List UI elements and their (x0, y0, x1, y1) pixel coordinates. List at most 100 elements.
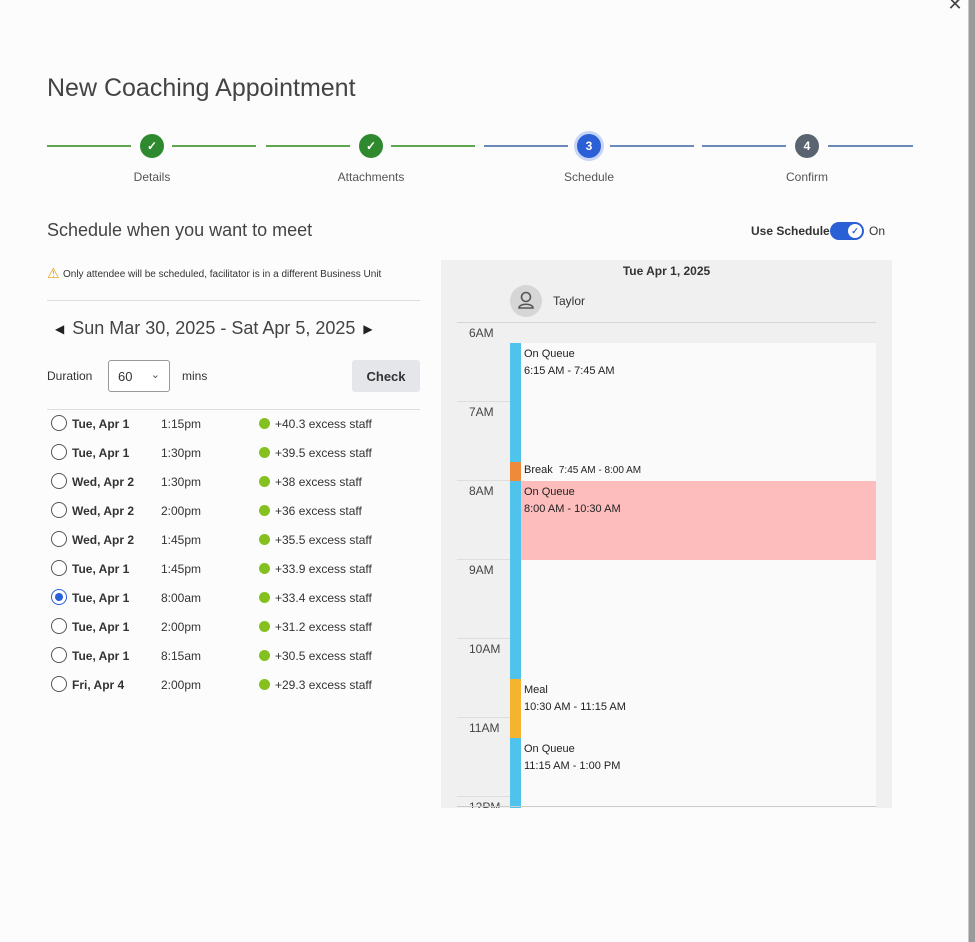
event-time: 6:15 AM - 7:45 AM (524, 365, 615, 377)
slot-date: Tue, Apr 1 (72, 591, 130, 605)
slot-row[interactable]: Wed, Apr 2 2:00pm +36 excess staff (47, 497, 420, 526)
step-details-check-icon[interactable]: ✓ (140, 134, 164, 158)
window-edge (969, 0, 975, 942)
slot-date: Wed, Apr 2 (72, 533, 135, 547)
step-confirm-marker[interactable]: 4 (795, 134, 819, 158)
slot-radio[interactable] (51, 444, 67, 460)
calendar-event[interactable]: On Queue 8:00 AM - 10:30 AM (510, 481, 876, 679)
slot-row[interactable]: Tue, Apr 1 8:15am +30.5 excess staff (47, 642, 420, 671)
step-confirm-label: Confirm (785, 170, 828, 184)
hour-label: 10AM (469, 642, 501, 656)
calendar-date: Tue Apr 1, 2025 (622, 264, 711, 278)
staff-status-dot (259, 447, 270, 458)
event-name: On Queue (524, 348, 575, 360)
event-text: On Queue 8:00 AM - 10:30 AM (524, 484, 621, 518)
event-time: 11:15 AM - 1:00 PM (524, 760, 621, 772)
slot-staff: +39.5 excess staff (275, 446, 372, 460)
slot-time: 1:45pm (161, 533, 202, 547)
event-color-bar (510, 481, 521, 679)
dialog-title: New Coaching Appointment (47, 74, 356, 102)
slot-radio[interactable] (51, 647, 67, 663)
slot-date: Wed, Apr 2 (72, 504, 135, 518)
previous-week-icon[interactable]: ◀ (55, 322, 64, 336)
calendar-event[interactable]: Meal 10:30 AM - 11:15 AM (510, 678, 876, 738)
use-schedule-toggle[interactable]: ✓ (830, 222, 864, 240)
slot-row[interactable]: Fri, Apr 4 2:00pm +29.3 excess staff (47, 671, 420, 700)
step-details-label: Details (133, 170, 171, 184)
warning-text: Only attendee will be scheduled, facilit… (63, 269, 382, 280)
staff-status-dot (259, 592, 270, 603)
slot-date: Tue, Apr 1 (72, 649, 130, 663)
step-line (702, 145, 786, 147)
slot-date: Tue, Apr 1 (72, 417, 130, 431)
use-schedule-label: Use Schedule (751, 224, 830, 238)
slot-row[interactable]: Tue, Apr 1 1:45pm +33.9 excess staff (47, 555, 420, 584)
slot-staff: +29.3 excess staff (275, 678, 372, 692)
slot-time: 2:00pm (161, 620, 202, 634)
slot-time: 8:15am (161, 649, 202, 663)
event-text: Break 7:45 AM - 8:00 AM (524, 462, 641, 479)
event-name: Meal (524, 683, 548, 696)
week-range: Sun Mar 30, 2025 - Sat Apr 5, 2025 (72, 318, 356, 338)
slot-staff: +33.4 excess staff (275, 591, 372, 605)
check-button[interactable]: Check (352, 360, 420, 392)
event-time: 10:30 AM - 11:15 AM (524, 700, 626, 713)
slot-row[interactable]: Tue, Apr 1 1:15pm +40.3 excess staff (47, 410, 420, 439)
slot-radio[interactable] (51, 531, 67, 547)
staff-status-dot (259, 679, 270, 690)
slot-radio[interactable] (51, 676, 67, 692)
slot-time: 1:45pm (161, 562, 202, 576)
slot-staff: +31.2 excess staff (275, 620, 372, 634)
next-week-icon[interactable]: ▶ (363, 322, 372, 336)
chevron-down-icon: ⌄ (150, 369, 160, 381)
step-line (828, 145, 913, 147)
slot-list: Tue, Apr 1 1:15pm +40.3 excess staff Tue, A… (47, 410, 420, 700)
slot-radio[interactable] (51, 589, 67, 605)
slot-row[interactable]: Tue, Apr 1 8:00am +33.4 excess staff (47, 584, 420, 613)
slot-date: Tue, Apr 1 (72, 562, 130, 576)
step-attachments-check-icon[interactable]: ✓ (359, 134, 383, 158)
slot-radio[interactable] (51, 473, 67, 489)
step-line (172, 145, 256, 147)
stepper: ✓ Details ✓ Attachments 3 Schedule 4 Con… (47, 132, 913, 192)
event-color-bar (510, 678, 521, 738)
hour-label: 11AM (469, 721, 500, 735)
slot-radio[interactable] (51, 415, 67, 431)
event-name: On Queue (524, 486, 575, 499)
toggle-check-icon: ✓ (848, 224, 862, 238)
event-text: On Queue 11:15 AM - 1:00 PM (524, 741, 620, 775)
duration-select[interactable]: 60 ⌄ (108, 360, 170, 392)
staff-status-dot (259, 621, 270, 632)
slot-staff: +36 excess staff (275, 504, 362, 518)
calendar-event[interactable]: On Queue 6:15 AM - 7:45 AM (510, 343, 876, 462)
step-line (484, 145, 568, 147)
hour-label: 7AM (469, 405, 494, 419)
slot-radio[interactable] (51, 618, 67, 634)
close-icon[interactable]: ✕ (945, 0, 965, 14)
slot-date: Wed, Apr 2 (72, 475, 135, 489)
slot-radio[interactable] (51, 560, 67, 576)
slot-time: 1:15pm (161, 417, 202, 431)
step-schedule-marker[interactable]: 3 (577, 134, 601, 158)
warning-icon: ⚠ (47, 265, 60, 281)
slot-staff: +35.5 excess staff (275, 533, 372, 547)
slot-staff: +40.3 excess staff (275, 417, 372, 431)
calendar-event[interactable]: On Queue 11:15 AM - 1:00 PM (510, 738, 876, 808)
slot-time: 2:00pm (161, 504, 202, 518)
slot-time: 1:30pm (161, 475, 202, 489)
slot-row[interactable]: Wed, Apr 2 1:30pm +38 excess staff (47, 468, 420, 497)
slot-time: 2:00pm (161, 678, 202, 692)
staff-status-dot (259, 563, 270, 574)
slot-time: 1:30pm (161, 446, 202, 460)
slot-row[interactable]: Tue, Apr 1 2:00pm +31.2 excess staff (47, 613, 420, 642)
calendar-event[interactable]: Break 7:45 AM - 8:00 AM (510, 461, 876, 482)
slot-row[interactable]: Wed, Apr 2 1:45pm +35.5 excess staff (47, 526, 420, 555)
hour-label: 6AM (469, 326, 494, 340)
slot-radio[interactable] (51, 502, 67, 518)
slot-row[interactable]: Tue, Apr 1 1:30pm +39.5 excess staff (47, 439, 420, 468)
step-line (610, 145, 694, 147)
schedule-subtitle: Schedule when you want to meet (47, 220, 313, 240)
staff-status-dot (259, 505, 270, 516)
hour-label: 9AM (469, 563, 494, 577)
event-text: Meal 10:30 AM - 11:15 AM (524, 682, 626, 716)
